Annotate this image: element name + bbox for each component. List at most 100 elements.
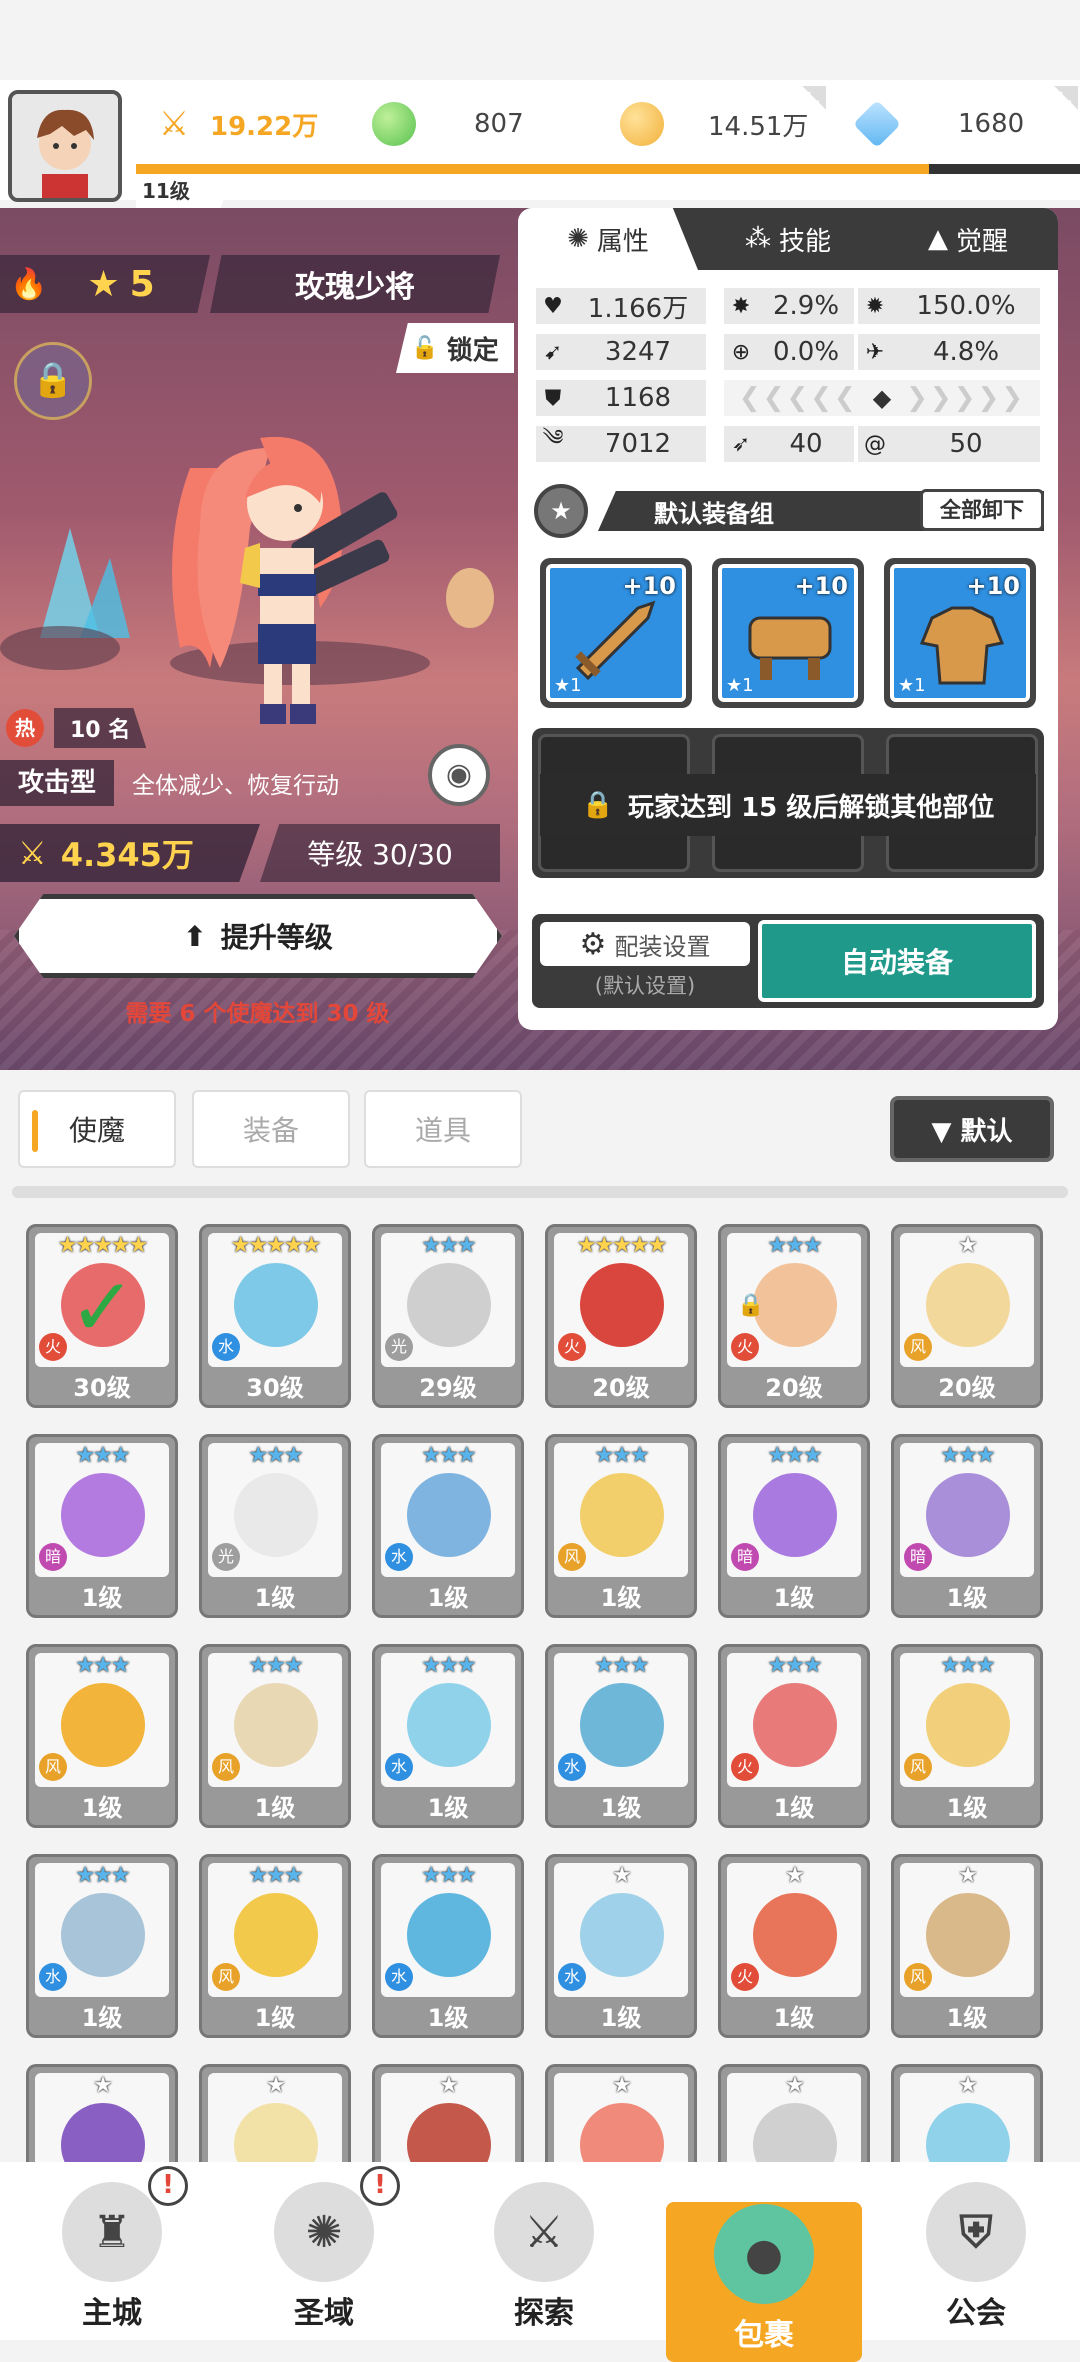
burst-icon: ✸: [731, 293, 751, 319]
familiar-level: 1级: [81, 2004, 123, 2032]
familiar-card[interactable]: ★★★ 风 1级: [199, 1644, 351, 1828]
familiar-card[interactable]: ★★★ 火 1级: [718, 1644, 870, 1828]
familiar-level: 1级: [254, 1584, 296, 1612]
familiar-card[interactable]: ★★★ 风 1级: [891, 1644, 1043, 1828]
familiar-stars: ★★★: [940, 1653, 995, 1678]
light-element-icon: 光: [385, 1333, 413, 1361]
familiar-face-icon: [926, 1683, 1010, 1767]
sort-dropdown[interactable]: ▼ 默认: [890, 1096, 1054, 1162]
fire-element-icon: 火: [731, 1333, 759, 1361]
info-alert-icon[interactable]: ◆: [873, 384, 891, 412]
gold-resource[interactable]: 14.51万 +: [620, 86, 826, 156]
stat-hp: ♥ 1.166万: [536, 288, 706, 324]
unequip-all-button[interactable]: 全部卸下: [920, 489, 1044, 531]
familiar-face-icon: [234, 1683, 318, 1767]
familiar-card[interactable]: ★★★ 水 1级: [372, 1854, 524, 2038]
familiar-level: 20级: [592, 1374, 650, 1402]
nav-inventory[interactable]: ● 包裹: [666, 2202, 862, 2362]
wind-element-icon: 风: [39, 1753, 67, 1781]
familiar-stars: ★★★: [421, 1233, 476, 1258]
fire-element-icon: 🔥: [10, 266, 48, 302]
familiar-level: 1级: [600, 2004, 642, 2032]
filter-tab-equipment[interactable]: 装备: [192, 1090, 350, 1168]
lock-button[interactable]: 🔓 锁定: [396, 323, 514, 373]
equip-slot-weapon[interactable]: +10 ★1: [540, 558, 692, 708]
familiar-stars: ★★★: [248, 1653, 303, 1678]
familiar-card[interactable]: ★★★ 水 1级: [545, 1644, 697, 1828]
tab-attributes[interactable]: ✺ 属性: [518, 208, 698, 270]
familiar-face-icon: [234, 1893, 318, 1977]
familiar-level: 1级: [946, 1584, 988, 1612]
filter-tab-familiars[interactable]: 使魔: [18, 1090, 176, 1168]
sword-power-icon: ⚔: [158, 104, 190, 144]
locked-skin-icon[interactable]: 🔒: [14, 342, 92, 420]
player-avatar[interactable]: [8, 90, 122, 202]
stat-crit-damage: ✹ 150.0%: [858, 288, 1040, 324]
tab-skills[interactable]: ⁂ 技能: [698, 208, 878, 270]
nav-sanctuary[interactable]: ✺ 圣域 !: [224, 2162, 424, 2340]
water-element-icon: 水: [39, 1963, 67, 1991]
familiar-card[interactable]: ★★★★★ 火 20级: [545, 1224, 697, 1408]
familiar-card[interactable]: ★★★ 水 1级: [26, 1854, 178, 2038]
equip-config-button[interactable]: ⚙ 配装设置: [540, 922, 750, 966]
hero-level: 等级 30/30: [260, 824, 500, 882]
nav-explore[interactable]: ⚔ 探索: [444, 2162, 644, 2340]
player-level: 11级: [136, 174, 234, 208]
sword-stone-icon: ⚔: [494, 2182, 594, 2282]
familiar-card[interactable]: ★★★★★ 水 30级: [199, 1224, 351, 1408]
equip-slot-armor[interactable]: +10 ★1: [884, 558, 1036, 708]
familiar-card[interactable]: ★★★ 风 1级: [26, 1644, 178, 1828]
nav-main-city[interactable]: ♜ 主城 !: [12, 2162, 212, 2340]
filter-tab-items[interactable]: 道具: [364, 1090, 522, 1168]
bag-icon: ●: [714, 2204, 814, 2304]
familiar-card[interactable]: ★ 水 1级: [545, 1854, 697, 2038]
familiar-portrait: ★ 风: [900, 1863, 1034, 1997]
familiar-face-icon: [580, 1473, 664, 1557]
familiar-portrait: ★★★ 光: [381, 1233, 515, 1367]
familiar-card[interactable]: ★★★★★ 火 ✓ 30级: [26, 1224, 178, 1408]
familiar-portrait: ★★★ 水: [381, 1653, 515, 1787]
familiar-card[interactable]: ★ 风 1级: [891, 1854, 1043, 2038]
star-badge-icon: ★: [534, 484, 588, 538]
familiar-level: 1级: [773, 1794, 815, 1822]
familiar-portrait: ★ 风: [900, 1233, 1034, 1367]
familiar-portrait: ★★★ 水: [381, 1863, 515, 1997]
familiar-level: 1级: [81, 1584, 123, 1612]
familiar-face-icon: [61, 1893, 145, 1977]
familiar-level: 1级: [946, 1794, 988, 1822]
familiar-card[interactable]: ★★★ 火 🔒 20级: [718, 1224, 870, 1408]
familiar-stars: ★: [958, 2073, 978, 2098]
familiar-card[interactable]: ★★★ 暗 1级: [891, 1434, 1043, 1618]
familiar-level: 1级: [427, 1794, 469, 1822]
familiar-card[interactable]: ★★★ 水 1级: [372, 1434, 524, 1618]
familiar-portrait: ★★★ 水: [381, 1443, 515, 1577]
nav-guild[interactable]: ⛨ 公会: [876, 2162, 1076, 2340]
familiar-level: 20级: [765, 1374, 823, 1402]
familiar-card[interactable]: ★★★ 暗 1级: [26, 1434, 178, 1618]
familiar-card[interactable]: ★★★ 光 1级: [199, 1434, 351, 1618]
familiar-face-icon: [753, 1893, 837, 1977]
familiar-face-icon: [753, 1683, 837, 1767]
equip-slot-helmet[interactable]: +10 ★1: [712, 558, 864, 708]
hero-character-image: [172, 436, 398, 724]
sword-power-icon: ⚔: [18, 834, 47, 872]
familiar-stars: ★: [93, 2073, 113, 2098]
familiar-card[interactable]: ★ 风 20级: [891, 1224, 1043, 1408]
familiar-card[interactable]: ★ 火 1级: [718, 1854, 870, 2038]
alert-badge: !: [148, 2166, 188, 2206]
tab-awaken[interactable]: ▲ 觉醒: [878, 208, 1058, 270]
familiar-card[interactable]: ★★★ 风 1级: [545, 1434, 697, 1618]
crystal-resource[interactable]: 1680 +: [852, 86, 1078, 156]
familiar-face-icon: [234, 1473, 318, 1557]
familiar-portrait: ★★★ 风: [208, 1653, 342, 1787]
familiar-card[interactable]: ★★★ 暗 1级: [718, 1434, 870, 1618]
view-rotate-icon[interactable]: ◉: [428, 744, 490, 806]
hero-power: ⚔ 4.345万: [0, 824, 260, 882]
familiar-card[interactable]: ★★★ 风 1级: [199, 1854, 351, 2038]
familiar-card[interactable]: ★★★ 光 29级: [372, 1224, 524, 1408]
familiar-stars: ★★★: [248, 1443, 303, 1468]
familiar-stars: ★★★: [767, 1443, 822, 1468]
familiar-card[interactable]: ★★★ 水 1级: [372, 1644, 524, 1828]
upgrade-level-button[interactable]: ⬆ 提升等级: [14, 894, 502, 978]
auto-equip-button[interactable]: 自动装备: [758, 920, 1036, 1002]
